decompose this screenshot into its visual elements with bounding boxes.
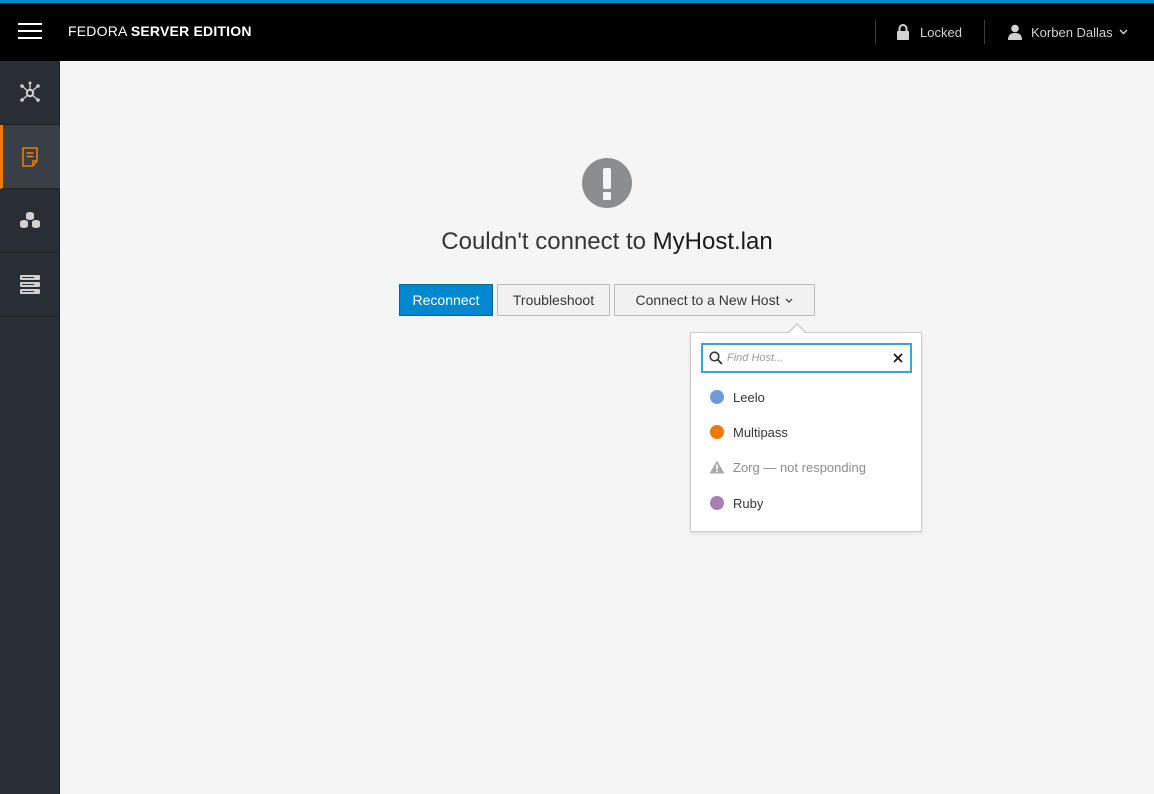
chevron-down-icon	[1119, 29, 1128, 35]
lock-icon	[897, 24, 909, 40]
hamburger-menu-icon[interactable]	[18, 23, 42, 41]
sidebar-item-document[interactable]	[0, 125, 60, 189]
reconnect-button[interactable]: Reconnect	[399, 284, 493, 316]
connection-error-heading: Couldn't connect to MyHost.lan	[441, 228, 773, 255]
host-name-label: Leelo	[733, 389, 765, 405]
sidebar-nav	[0, 61, 60, 794]
lock-status-button[interactable]: Locked	[896, 16, 962, 48]
masthead-divider	[984, 20, 985, 44]
warning-icon	[709, 460, 725, 474]
host-color-dot	[710, 425, 724, 439]
find-host-input[interactable]	[727, 348, 887, 368]
sidebar-item-containers[interactable]	[0, 189, 60, 253]
sidebar-item-servers[interactable]	[0, 253, 60, 317]
user-menu[interactable]: Korben Dallas	[1008, 16, 1128, 48]
find-host-field	[701, 343, 912, 373]
host-name-label: Ruby	[733, 495, 764, 511]
host-item-zorg[interactable]: Zorg — not responding	[691, 451, 921, 483]
sidebar-item-network[interactable]	[0, 61, 60, 125]
host-item-leelo[interactable]: Leelo	[691, 381, 921, 413]
host-switcher-popover: Leelo Multipass Zorg — not responding Ru…	[690, 332, 922, 532]
search-icon	[709, 351, 723, 365]
masthead: FEDORA SERVER EDITION Locked Korben Dall…	[0, 3, 1154, 61]
brand-title: FEDORA SERVER EDITION	[68, 23, 252, 39]
masthead-divider	[875, 20, 876, 44]
chevron-down-icon	[786, 298, 793, 303]
host-item-multipass[interactable]: Multipass	[691, 416, 921, 448]
host-color-dot	[710, 496, 724, 510]
clear-search-icon[interactable]	[891, 351, 905, 365]
server-rack-icon	[20, 274, 40, 294]
host-name: MyHost.lan	[652, 228, 773, 255]
host-name-label: Multipass	[733, 424, 788, 440]
host-name-label: Zorg — not responding	[733, 459, 866, 475]
host-color-dot	[710, 390, 724, 404]
troubleshoot-button[interactable]: Troubleshoot	[497, 284, 610, 316]
user-name: Korben Dallas	[1031, 24, 1113, 40]
network-icon	[20, 81, 40, 102]
connect-new-host-label: Connect to a New Host	[635, 292, 780, 308]
user-icon	[1008, 24, 1022, 40]
lock-status-label: Locked	[920, 24, 962, 40]
containers-icon	[20, 211, 40, 228]
popover-arrow-fill	[788, 325, 806, 334]
host-item-ruby[interactable]: Ruby	[691, 487, 921, 519]
document-icon	[22, 146, 38, 167]
connect-new-host-button[interactable]: Connect to a New Host	[614, 284, 815, 316]
error-exclamation-icon	[582, 158, 632, 208]
